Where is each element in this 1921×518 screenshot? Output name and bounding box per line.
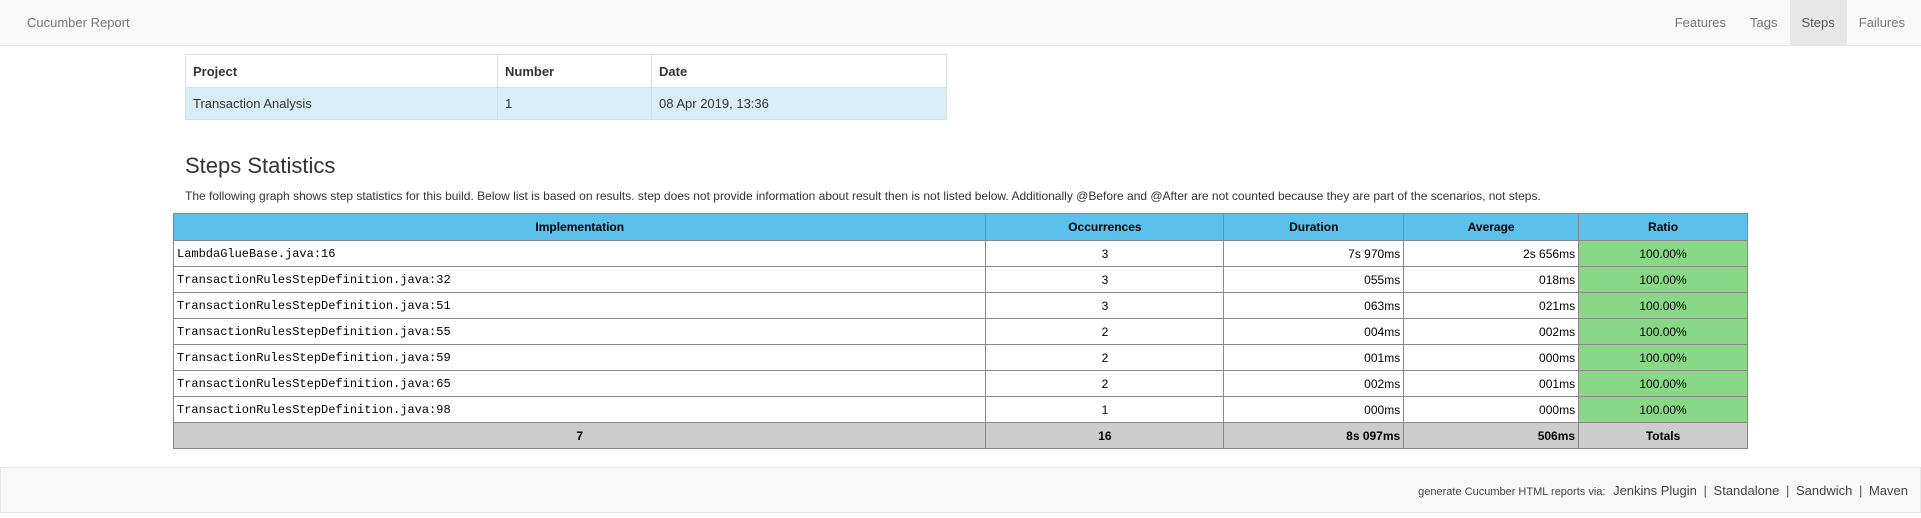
header-occurrences[interactable]: Occurrences <box>985 213 1225 241</box>
header-number: Number <box>497 54 652 88</box>
table-row: TransactionRulesStepDefinition.java:32 3… <box>172 266 1748 293</box>
nav-item-steps[interactable]: Steps <box>1789 0 1847 45</box>
total-average: 506ms <box>1403 422 1580 449</box>
header-date: Date <box>651 54 947 88</box>
table-row: TransactionRulesStepDefinition.java:59 2… <box>172 344 1748 371</box>
cell-average: 002ms <box>1403 318 1580 345</box>
nav-item-features[interactable]: Features <box>1663 0 1738 45</box>
cell-average: 000ms <box>1403 344 1580 371</box>
cell-occurrences: 1 <box>985 396 1225 423</box>
stats-header-row: Implementation Occurrences Duration Aver… <box>172 213 1748 241</box>
build-info-row: Transaction Analysis 1 08 Apr 2019, 13:3… <box>185 87 947 120</box>
cell-implementation: TransactionRulesStepDefinition.java:51 <box>172 292 987 319</box>
date-value: 08 Apr 2019, 13:36 <box>651 87 947 120</box>
footer-link-maven[interactable]: Maven <box>1869 483 1908 498</box>
total-label: Totals <box>1578 422 1748 449</box>
header-average[interactable]: Average <box>1403 213 1580 241</box>
cell-ratio: 100.00% <box>1578 370 1748 397</box>
footer-separator: | <box>1858 483 1863 498</box>
steps-statistics-table: Implementation Occurrences Duration Aver… <box>172 213 1748 449</box>
cell-occurrences: 3 <box>985 266 1225 293</box>
cell-average: 018ms <box>1403 266 1580 293</box>
page-title: Steps Statistics <box>185 153 336 178</box>
cell-duration: 055ms <box>1223 266 1405 293</box>
totals-row: 7 16 8s 097ms 506ms Totals <box>172 422 1748 449</box>
cell-occurrences: 2 <box>985 318 1225 345</box>
nav-item-failures[interactable]: Failures <box>1847 0 1921 45</box>
cell-duration: 000ms <box>1223 396 1405 423</box>
header-ratio[interactable]: Ratio <box>1578 213 1748 241</box>
cell-implementation: TransactionRulesStepDefinition.java:55 <box>172 318 987 345</box>
cell-ratio: 100.00% <box>1578 318 1748 345</box>
cell-occurrences: 3 <box>985 292 1225 319</box>
cell-occurrences: 3 <box>985 240 1225 267</box>
cell-implementation: TransactionRulesStepDefinition.java:98 <box>172 396 987 423</box>
cell-ratio: 100.00% <box>1578 240 1748 267</box>
build-info-header-row: Project Number Date <box>185 54 947 88</box>
cell-duration: 004ms <box>1223 318 1405 345</box>
cell-average: 2s 656ms <box>1403 240 1580 267</box>
table-row: TransactionRulesStepDefinition.java:51 3… <box>172 292 1748 319</box>
table-row: TransactionRulesStepDefinition.java:65 2… <box>172 370 1748 397</box>
nav-menu: Features Tags Steps Failures <box>1663 0 1921 45</box>
cell-duration: 002ms <box>1223 370 1405 397</box>
cell-occurrences: 2 <box>985 344 1225 371</box>
project-value: Transaction Analysis <box>185 87 498 120</box>
cell-ratio: 100.00% <box>1578 266 1748 293</box>
cell-implementation: LambdaGlueBase.java:16 <box>172 240 987 267</box>
table-row: LambdaGlueBase.java:16 3 7s 970ms 2s 656… <box>172 240 1748 267</box>
header-duration[interactable]: Duration <box>1223 213 1405 241</box>
cell-duration: 7s 970ms <box>1223 240 1405 267</box>
footer-content: generate Cucumber HTML reports via: Jenk… <box>1418 468 1908 514</box>
cell-duration: 063ms <box>1223 292 1405 319</box>
cell-ratio: 100.00% <box>1578 292 1748 319</box>
footer: generate Cucumber HTML reports via: Jenk… <box>0 467 1921 513</box>
footer-link-jenkins-plugin[interactable]: Jenkins Plugin <box>1613 483 1697 498</box>
cell-implementation: TransactionRulesStepDefinition.java:65 <box>172 370 987 397</box>
nav-item-tags[interactable]: Tags <box>1738 0 1789 45</box>
footer-link-standalone[interactable]: Standalone <box>1714 483 1780 498</box>
cell-occurrences: 2 <box>985 370 1225 397</box>
number-value: 1 <box>497 87 652 120</box>
cell-implementation: TransactionRulesStepDefinition.java:32 <box>172 266 987 293</box>
total-duration: 8s 097ms <box>1223 422 1405 449</box>
footer-separator: | <box>1703 483 1707 498</box>
header-project: Project <box>185 54 498 88</box>
header-implementation[interactable]: Implementation <box>172 213 987 241</box>
footer-prefix: generate Cucumber HTML reports via: <box>1418 486 1606 498</box>
cell-implementation: TransactionRulesStepDefinition.java:59 <box>172 344 987 371</box>
stats-description: The following graph shows step statistic… <box>185 189 1541 203</box>
footer-separator: | <box>1785 483 1790 498</box>
brand-link[interactable]: Cucumber Report <box>27 0 130 45</box>
table-row: TransactionRulesStepDefinition.java:55 2… <box>172 318 1748 345</box>
total-implementation: 7 <box>172 422 987 449</box>
cell-ratio: 100.00% <box>1578 344 1748 371</box>
total-occurrences: 16 <box>985 422 1225 449</box>
cell-average: 001ms <box>1403 370 1580 397</box>
cell-duration: 001ms <box>1223 344 1405 371</box>
build-info-table: Project Number Date Transaction Analysis… <box>185 54 947 120</box>
cell-ratio: 100.00% <box>1578 396 1748 423</box>
navbar: Cucumber Report Features Tags Steps Fail… <box>0 0 1921 46</box>
footer-link-sandwich[interactable]: Sandwich <box>1796 483 1852 498</box>
cell-average: 000ms <box>1403 396 1580 423</box>
cell-average: 021ms <box>1403 292 1580 319</box>
table-row: TransactionRulesStepDefinition.java:98 1… <box>172 396 1748 423</box>
